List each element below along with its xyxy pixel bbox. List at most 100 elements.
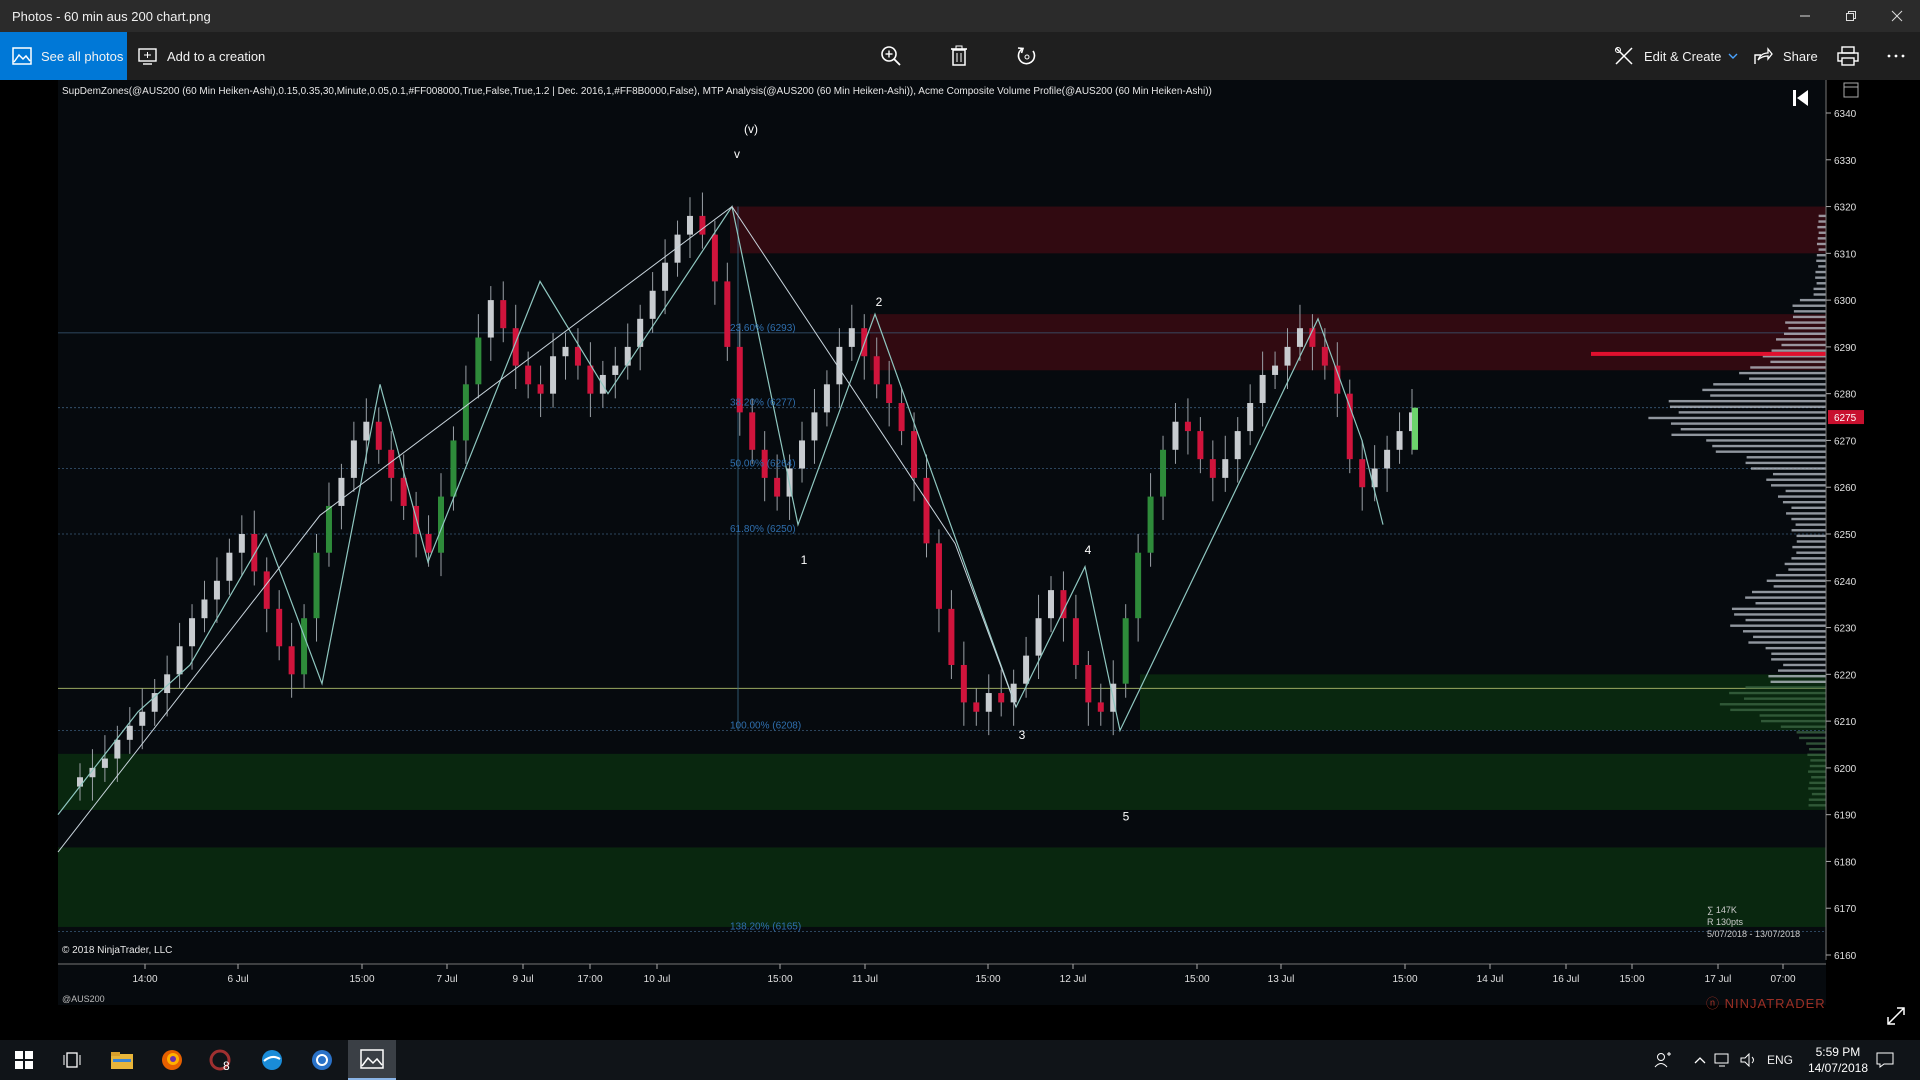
supply-zone: [730, 206, 1826, 254]
close-button[interactable]: [1874, 0, 1920, 32]
candle-body: [288, 646, 295, 675]
profile-bar: [1816, 259, 1826, 263]
price-tick-label: 6260: [1834, 483, 1857, 494]
profile-bar: [1791, 506, 1826, 510]
candle-body: [1085, 664, 1092, 703]
restore-button[interactable]: [1828, 0, 1874, 32]
price-tick-label: 6210: [1834, 717, 1857, 728]
candle-body: [1135, 552, 1142, 619]
see-all-photos-label: See all photos: [41, 48, 124, 64]
candle-body: [587, 365, 594, 394]
candle-body: [799, 440, 806, 469]
candle-body: [313, 552, 320, 619]
add-to-creation-button[interactable]: Add to a creation: [138, 32, 265, 80]
ninjatrader-brand: ⓝ NINJATRADER: [1706, 993, 1826, 1012]
profile-bar: [1753, 635, 1826, 639]
profile-bar: [1751, 590, 1826, 594]
profile-bar: [1818, 265, 1826, 268]
more-button[interactable]: [1887, 32, 1905, 80]
candle-body: [973, 702, 980, 712]
profile-bar: [1771, 349, 1826, 352]
profile-bar: [1742, 630, 1826, 633]
firefox-icon: [162, 1050, 182, 1070]
profile-bar: [1777, 669, 1826, 672]
price-tick-label: 6230: [1834, 624, 1857, 635]
start-button[interactable]: [0, 1040, 48, 1080]
zoom-button[interactable]: [880, 32, 902, 80]
price-tick-label: 6160: [1834, 951, 1857, 962]
profile-bar: [1759, 714, 1826, 717]
candle-body: [500, 300, 507, 329]
profile-bar: [1796, 551, 1826, 554]
price-tick-label: 6330: [1834, 156, 1857, 167]
wave-label: 5: [1123, 810, 1130, 824]
print-icon: [1837, 46, 1859, 66]
profile-bar: [1669, 405, 1826, 408]
wave-label: v: [734, 147, 740, 161]
app-button[interactable]: [248, 1040, 296, 1080]
profile-bar: [1816, 282, 1826, 285]
candle-body: [1284, 346, 1291, 366]
profile-bar: [1729, 691, 1826, 695]
profile-bar: [1796, 534, 1826, 538]
time-tick-label: 14:00: [132, 974, 157, 985]
profile-bar: [1817, 225, 1826, 229]
profile-bar: [1748, 641, 1826, 644]
language-indicator[interactable]: ENG: [1767, 1040, 1793, 1080]
profile-bar: [1807, 753, 1826, 756]
profile-bar: [1771, 652, 1826, 655]
minimize-button[interactable]: [1782, 0, 1828, 32]
rotate-icon: [1017, 47, 1036, 65]
print-button[interactable]: [1837, 32, 1859, 80]
fullscreen-button[interactable]: [1884, 1004, 1908, 1028]
tray-overflow-button[interactable]: [1694, 1040, 1706, 1080]
wave-label: 1: [801, 553, 808, 567]
fib-label: 50.00% (6264): [730, 459, 796, 470]
candle-body: [898, 403, 905, 432]
price-tick-label: 6220: [1834, 670, 1857, 681]
notifications-button[interactable]: [1876, 1040, 1894, 1080]
see-all-photos-button[interactable]: See all photos: [0, 32, 127, 80]
delete-button[interactable]: [949, 32, 969, 80]
profile-bar: [1786, 512, 1826, 515]
ninjatrader-button[interactable]: 8: [198, 1040, 246, 1080]
chart-panel-button[interactable]: [1843, 82, 1859, 98]
file-explorer-button[interactable]: [98, 1040, 146, 1080]
profile-bar: [1745, 461, 1826, 465]
people-button[interactable]: [1654, 1040, 1672, 1080]
share-button[interactable]: Share: [1753, 32, 1818, 80]
copyright-text: © 2018 NinjaTrader, LLC: [62, 945, 173, 956]
photos-taskbar-button[interactable]: [348, 1040, 396, 1080]
candle-body: [624, 346, 631, 366]
close-icon: [1891, 10, 1903, 22]
candle-body: [425, 534, 432, 553]
profile-bar: [1818, 214, 1826, 218]
outlook-button[interactable]: [298, 1040, 346, 1080]
instrument-label: @AUS200: [62, 994, 105, 1004]
clock-date: 14/07/2018: [1807, 1061, 1868, 1075]
profile-bar: [1777, 495, 1826, 498]
chart-nav-button[interactable]: [1792, 88, 1810, 108]
candle-body: [1209, 459, 1216, 478]
fib-label: 100.00% (6208): [730, 720, 801, 731]
task-view-button[interactable]: [48, 1040, 96, 1080]
volume-button[interactable]: [1740, 1040, 1758, 1080]
clock[interactable]: 5:59 PM 14/07/2018: [1808, 1044, 1868, 1076]
profile-bar: [1713, 383, 1826, 386]
edit-create-button[interactable]: Edit & Create: [1614, 32, 1738, 80]
candle-body: [189, 618, 196, 647]
candle-body: [363, 421, 370, 441]
candle-body: [1234, 431, 1241, 460]
profile-bar: [1816, 254, 1826, 257]
network-button[interactable]: [1714, 1040, 1732, 1080]
title-bar: Photos - 60 min aus 200 chart.png: [0, 0, 1920, 32]
price-tick-label: 6320: [1834, 203, 1857, 214]
expand-icon: [1887, 1007, 1905, 1025]
profile-bar: [1818, 231, 1826, 234]
candle-body: [325, 505, 332, 553]
firefox-button[interactable]: [148, 1040, 196, 1080]
time-tick-label: 15:00: [767, 974, 792, 985]
rotate-button[interactable]: [1016, 32, 1038, 80]
profile-bar: [1775, 573, 1826, 577]
people-icon: [1654, 1052, 1671, 1068]
